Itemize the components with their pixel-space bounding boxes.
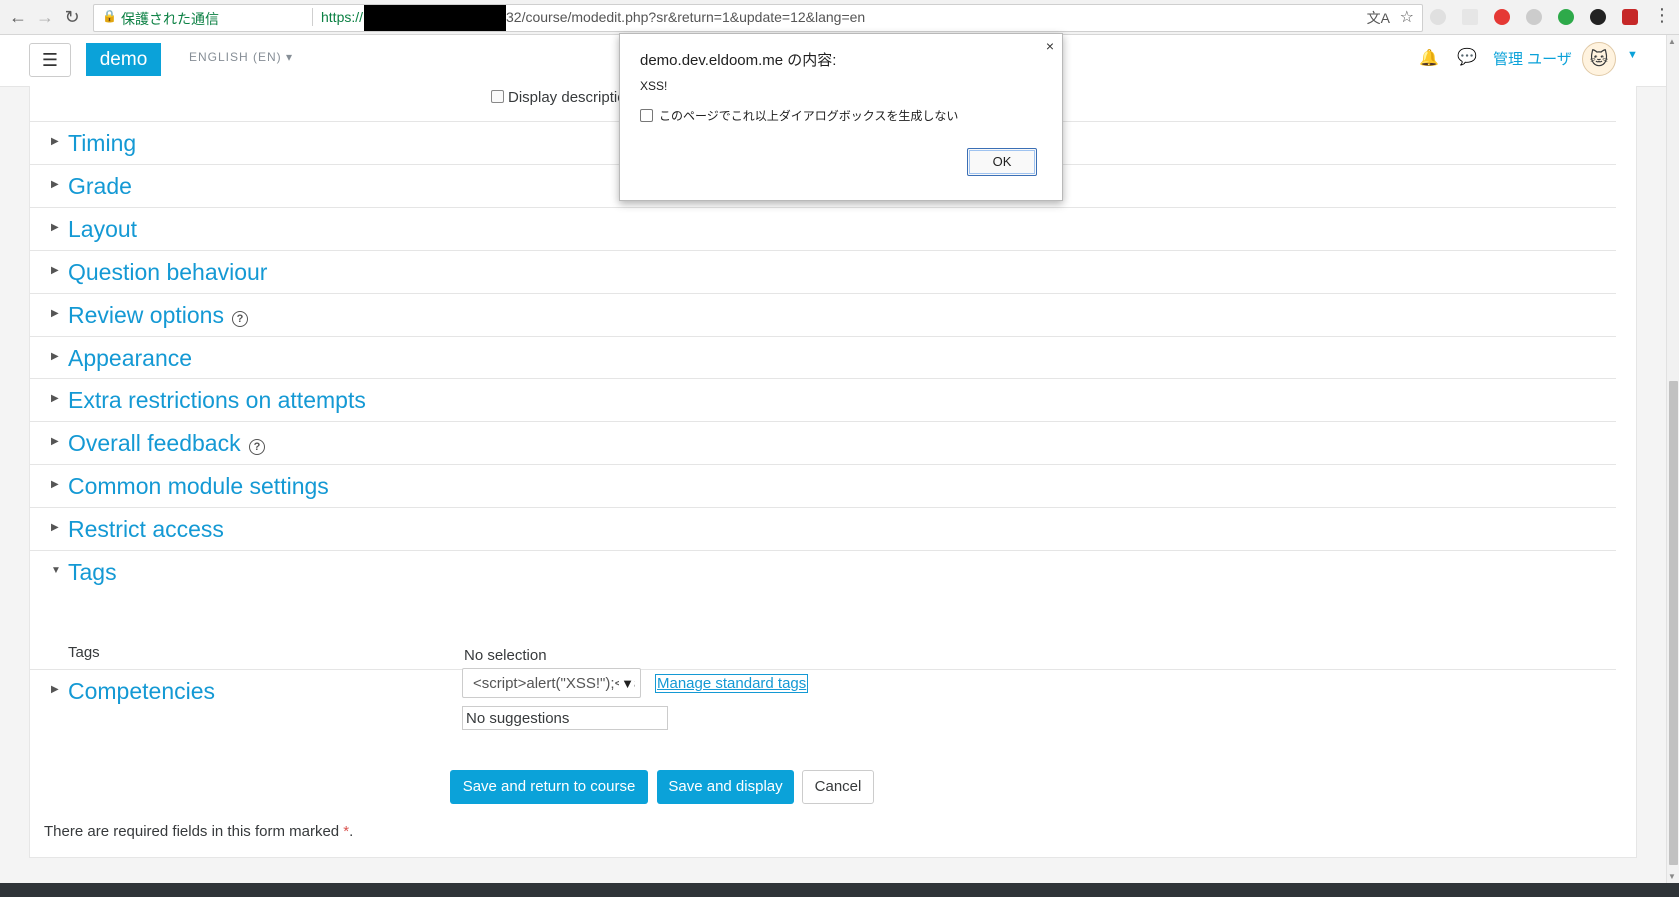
section-title[interactable]: Common module settings	[68, 473, 329, 500]
section-title[interactable]: Overall feedback	[68, 430, 241, 457]
reload-icon[interactable]: ↻	[60, 5, 84, 29]
suppress-dialogs-checkbox[interactable]	[640, 109, 653, 122]
address-divider	[312, 8, 313, 26]
language-label: ENGLISH (EN)	[189, 50, 282, 64]
user-name[interactable]: 管理 ユーザ	[1493, 48, 1572, 69]
section-overall-feedback[interactable]: ▶ Overall feedback?	[30, 421, 1616, 468]
section-common-module-settings[interactable]: ▶ Common module settings	[30, 464, 1616, 511]
section-title[interactable]: Timing	[68, 130, 136, 157]
extension-icon[interactable]	[1494, 9, 1510, 25]
bookmark-star-icon[interactable]: ☆	[1400, 7, 1414, 27]
section-restrict-access[interactable]: ▶ Restrict access	[30, 507, 1616, 554]
scrollbar-thumb[interactable]	[1669, 381, 1678, 865]
back-icon[interactable]: ←	[6, 5, 30, 29]
url-path: 32/course/modedit.php?sr&return=1&update…	[506, 9, 866, 25]
expand-caret-icon[interactable]: ▶	[51, 136, 59, 147]
expand-caret-icon[interactable]: ▶	[51, 684, 59, 695]
section-title[interactable]: Layout	[68, 216, 137, 243]
hamburger-menu-icon[interactable]: ☰	[29, 43, 71, 77]
required-note-text: There are required fields in this form m…	[44, 823, 340, 840]
dialog-title: demo.dev.eldoom.me の内容:	[640, 52, 837, 69]
lock-icon: 🔒	[102, 9, 117, 23]
expand-caret-icon[interactable]: ▶	[51, 436, 59, 447]
section-extra-restrictions-on-attempts[interactable]: ▶ Extra restrictions on attempts	[30, 378, 1616, 425]
scroll-up-icon[interactable]: ▲	[1668, 37, 1676, 46]
chevron-down-icon[interactable]: ▼	[1627, 49, 1638, 61]
expand-caret-icon[interactable]: ▶	[51, 522, 59, 533]
extension-icon[interactable]	[1590, 9, 1606, 25]
tags-selection-status: No selection	[464, 647, 547, 664]
extension-icon[interactable]	[1430, 9, 1446, 25]
site-brand[interactable]: demo	[86, 43, 161, 76]
manage-standard-tags-link[interactable]: Manage standard tags	[655, 674, 809, 693]
close-icon[interactable]: ×	[1046, 38, 1054, 54]
ok-button[interactable]: OK	[967, 148, 1037, 176]
help-icon[interactable]: ?	[249, 439, 265, 455]
section-appearance[interactable]: ▶ Appearance	[30, 336, 1616, 383]
translate-icon[interactable]: 文A	[1367, 8, 1390, 28]
expand-caret-icon[interactable]: ▶	[51, 479, 59, 490]
extension-icon[interactable]	[1558, 9, 1574, 25]
url-protocol: https://	[321, 9, 364, 25]
scroll-down-icon[interactable]: ▼	[1668, 872, 1676, 881]
extension-icon[interactable]	[1622, 9, 1638, 25]
language-menu[interactable]: ENGLISH (EN) ▾	[189, 50, 293, 64]
section-title[interactable]: Tags	[68, 559, 117, 586]
dialog-message: XSS!	[640, 79, 668, 93]
address-bar[interactable]: 🔒 保護された通信 https:// 32/course/modedit.php…	[93, 4, 1423, 32]
tags-input-value: <script>alert("XSS!");</s	[473, 675, 635, 692]
help-icon[interactable]: ?	[232, 311, 248, 327]
section-tags[interactable]: ▼ Tags	[30, 550, 1616, 597]
section-question-behaviour[interactable]: ▶ Question behaviour	[30, 250, 1616, 297]
section-title[interactable]: Competencies	[68, 678, 215, 705]
tags-field-label: Tags	[68, 644, 100, 661]
required-fields-note: There are required fields in this form m…	[44, 823, 353, 840]
section-title[interactable]: Restrict access	[68, 516, 224, 543]
extension-icon[interactable]	[1526, 9, 1542, 25]
suppress-dialogs-label: このページでこれ以上ダイアログボックスを生成しない	[659, 109, 959, 123]
section-title[interactable]: Appearance	[68, 345, 192, 372]
section-competencies[interactable]: ▶ Competencies	[30, 669, 1616, 716]
page-scrollbar[interactable]: ▲ ▼	[1666, 35, 1679, 883]
browser-menu-icon[interactable]: ⋮	[1653, 5, 1671, 26]
section-review-options[interactable]: ▶ Review options?	[30, 293, 1616, 340]
dropdown-arrow-icon[interactable]: ▼	[619, 669, 634, 697]
save-and-display-button[interactable]: Save and display	[657, 770, 794, 804]
section-title[interactable]: Question behaviour	[68, 259, 267, 286]
tags-autocomplete-input[interactable]: <script>alert("XSS!");</s ▼	[462, 668, 641, 698]
message-icon[interactable]: 💬	[1457, 47, 1477, 67]
browser-toolbar: ← → ↻ 🔒 保護された通信 https:// 32/course/moded…	[0, 0, 1679, 35]
section-title[interactable]: Grade	[68, 173, 132, 200]
page-footer	[0, 883, 1679, 897]
expand-caret-icon[interactable]: ▶	[51, 265, 59, 276]
bell-icon[interactable]: 🔔	[1419, 48, 1439, 68]
alert-dialog: demo.dev.eldoom.me の内容: × XSS! このページでこれ以…	[619, 33, 1063, 201]
forward-icon[interactable]: →	[33, 5, 57, 29]
required-note-end: .	[349, 823, 354, 840]
avatar[interactable]: 🐱	[1582, 42, 1616, 76]
suppress-dialogs-option[interactable]: このページでこれ以上ダイアログボックスを生成しない	[640, 107, 958, 124]
expand-caret-icon[interactable]: ▶	[51, 308, 59, 319]
extension-icon[interactable]	[1462, 9, 1478, 25]
expand-caret-icon[interactable]: ▶	[51, 351, 59, 362]
settings-form: Display description or ▶ Timing ▶ Grade ▶ Lay…	[29, 86, 1637, 858]
display-description-checkbox[interactable]	[491, 90, 504, 103]
collapse-caret-icon[interactable]: ▼	[51, 565, 61, 576]
section-layout[interactable]: ▶ Layout	[30, 207, 1616, 254]
redacted-hostname	[364, 5, 506, 31]
expand-caret-icon[interactable]: ▶	[51, 393, 59, 404]
expand-caret-icon[interactable]: ▶	[51, 222, 59, 233]
secure-label: 保護された通信	[121, 11, 219, 27]
section-title[interactable]: Extra restrictions on attempts	[68, 387, 366, 414]
tags-suggestions-list: No suggestions	[462, 706, 668, 730]
chevron-down-icon: ▾	[286, 50, 294, 64]
section-title[interactable]: Review options	[68, 302, 224, 329]
save-and-return-button[interactable]: Save and return to course	[450, 770, 648, 804]
cancel-button[interactable]: Cancel	[802, 770, 874, 804]
expand-caret-icon[interactable]: ▶	[51, 179, 59, 190]
